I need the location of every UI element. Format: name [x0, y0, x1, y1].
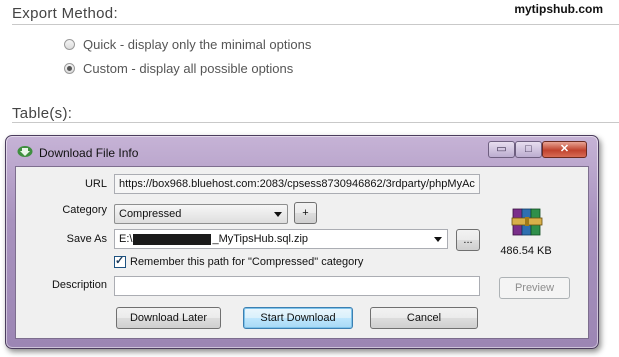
chevron-down-icon[interactable] [434, 237, 442, 242]
save-as-prefix: E:\ [119, 233, 133, 245]
quick-option[interactable]: Quick - display only the minimal options [64, 37, 311, 52]
watermark: mytipshub.com [514, 2, 603, 16]
start-download-button[interactable]: Start Download [243, 307, 353, 329]
url-field[interactable]: https://box968.bluehost.com:2083/cpsess8… [114, 174, 480, 194]
export-method-heading: Export Method: [12, 5, 118, 22]
browse-button[interactable]: ... [456, 229, 480, 251]
remember-path-label[interactable]: Remember this path for "Compressed" cate… [130, 256, 363, 268]
close-button[interactable]: ✕ [542, 141, 587, 158]
preview-button[interactable]: Preview [499, 277, 570, 299]
save-as-label: Save As [66, 233, 107, 245]
description-label: Description [51, 279, 107, 291]
custom-option[interactable]: Custom - display all possible options [64, 61, 293, 76]
cancel-button[interactable]: Cancel [370, 307, 478, 329]
description-field[interactable] [114, 276, 480, 296]
file-size: 486.54 KB [500, 245, 552, 257]
tables-divider [12, 122, 619, 123]
tables-heading: Table(s): [12, 105, 73, 122]
custom-option-label: Custom - display all possible options [83, 61, 294, 76]
chevron-down-icon [274, 212, 282, 217]
minimize-button[interactable]: ▭ [488, 141, 515, 158]
maximize-button[interactable]: □ [515, 141, 542, 158]
title-bar[interactable]: Download File Info ▭ □ ✕ [6, 136, 598, 166]
minimize-icon: ▭ [496, 143, 507, 155]
close-icon: ✕ [559, 143, 570, 155]
quick-option-label: Quick - display only the minimal options [83, 37, 312, 52]
category-value: Compressed [119, 208, 182, 220]
url-label: URL [84, 178, 107, 190]
custom-radio[interactable] [64, 63, 75, 74]
save-as-filename: _MyTipsHub.sql.zip [212, 233, 309, 245]
save-as-field[interactable]: E:\ _MyTipsHub.sql.zip [114, 229, 448, 249]
heading-divider [12, 24, 619, 25]
winrar-archive-icon [511, 208, 543, 236]
remember-path-checkbox[interactable] [114, 254, 126, 268]
redaction-bar [133, 233, 212, 245]
download-manager-icon [17, 146, 33, 157]
category-label: Category [62, 204, 107, 216]
quick-radio[interactable] [64, 39, 75, 50]
category-dropdown[interactable]: Compressed [114, 204, 288, 224]
download-later-button[interactable]: Download Later [116, 307, 221, 329]
window-title: Download File Info [39, 146, 139, 160]
maximize-icon: □ [525, 143, 532, 155]
add-category-button[interactable]: + [294, 202, 317, 224]
